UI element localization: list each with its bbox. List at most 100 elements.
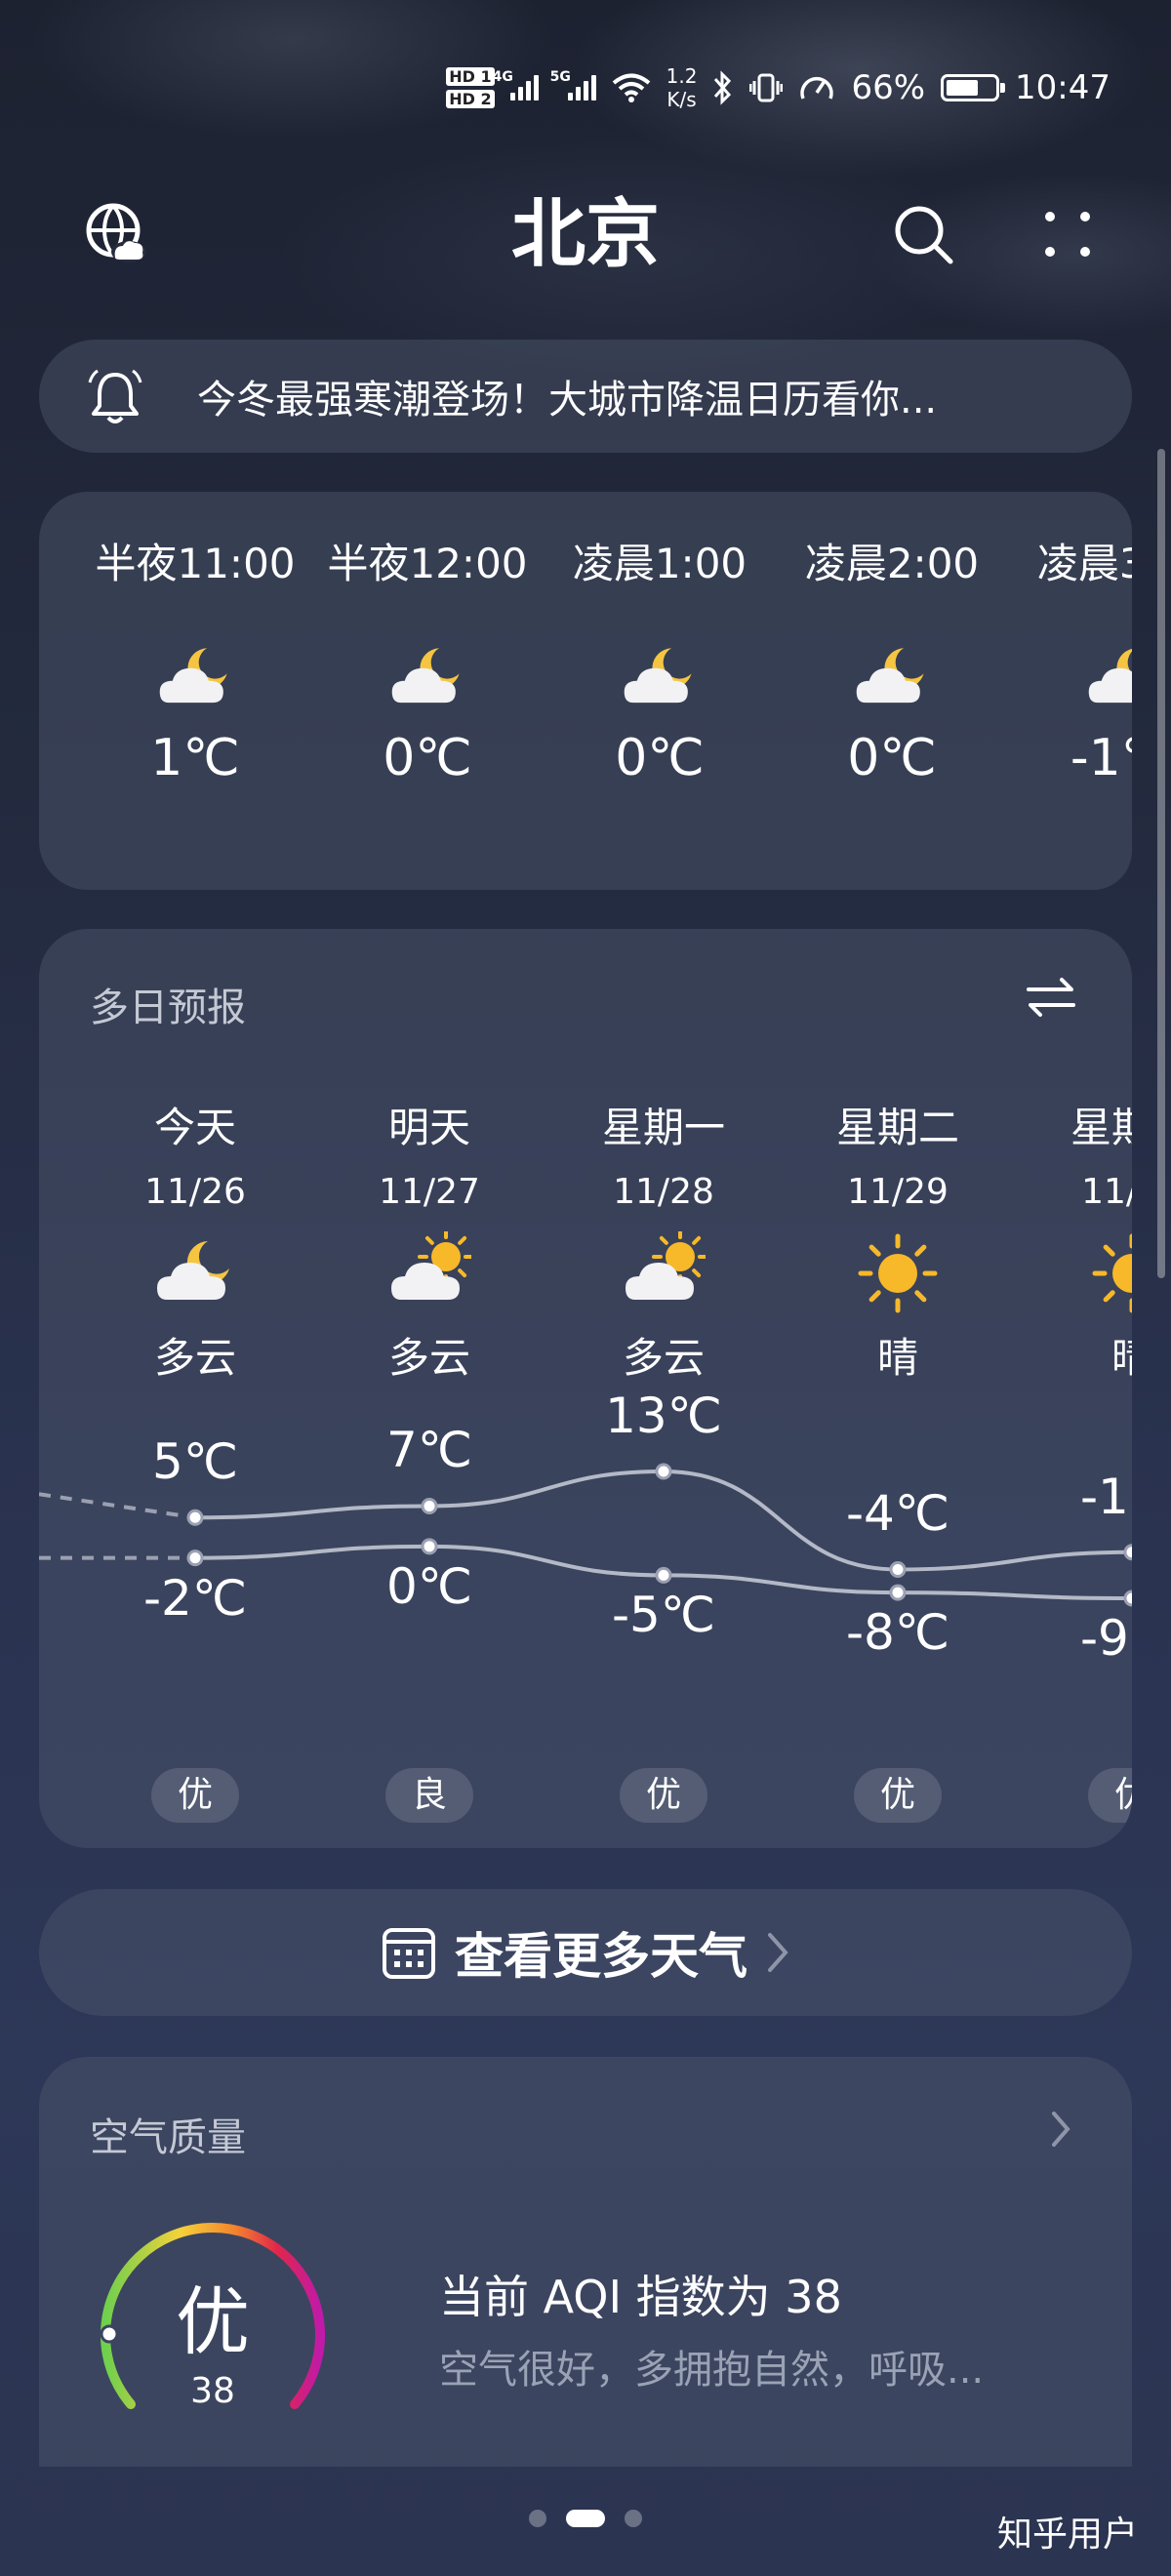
- city-title[interactable]: 北京: [0, 185, 1171, 283]
- aq-badge: 优: [620, 1768, 707, 1823]
- aqi-headline: 当前 AQI 指数为 38: [439, 2271, 842, 2323]
- hourly-item: 凌晨3:00 -1℃: [1007, 531, 1132, 787]
- sun-icon: [858, 1233, 938, 1313]
- more-weather-button[interactable]: 查看更多天气: [39, 1889, 1132, 2016]
- daily-item: 今天 11/26 多云: [78, 1095, 312, 1385]
- battery-icon: [941, 74, 1006, 101]
- low-temp-point: [186, 1550, 204, 1567]
- moon-cloud-icon: [157, 1241, 229, 1300]
- high-temp-label: 13℃: [605, 1388, 722, 1444]
- daily-condition: 晴: [876, 1334, 918, 1382]
- high-temp-point: [889, 1560, 907, 1578]
- daily-date: 11/26: [144, 1172, 246, 1212]
- low-temp-point: [1123, 1590, 1132, 1607]
- daily-date: 11/30: [1081, 1172, 1132, 1212]
- sun-icon: [1092, 1233, 1132, 1313]
- air-quality-title: 空气质量: [90, 2115, 246, 2160]
- daily-day: 今天: [153, 1104, 236, 1151]
- status-bar: HD 1 HD 2 4G 5G 1.2 K/s 66% 10:47: [446, 49, 1110, 127]
- daily-condition: 多云: [622, 1334, 705, 1382]
- low-temp-label: 0℃: [386, 1557, 472, 1615]
- more-menu-icon[interactable]: [1032, 199, 1103, 269]
- daily-condition: 多云: [387, 1334, 470, 1382]
- low-temp-label: -9℃: [1079, 1610, 1132, 1667]
- moon-cloud-icon: [856, 648, 924, 704]
- moon-cloud-icon: [1088, 648, 1132, 704]
- daily-item: 星期二 11/29 晴: [781, 1095, 1015, 1385]
- high-temp-point: [421, 1497, 438, 1514]
- daily-day: 星期一: [601, 1104, 725, 1151]
- high-temp-label: 5℃: [152, 1433, 238, 1491]
- page-dot-active[interactable]: [566, 2510, 605, 2527]
- battery-percent: 66%: [851, 68, 926, 107]
- vibrate-icon: [749, 73, 784, 102]
- aq-badge: 优: [854, 1768, 942, 1823]
- hourly-time: 凌晨3:00: [1036, 540, 1132, 587]
- more-weather-label: 查看更多天气: [455, 1928, 747, 1985]
- low-temp-label: -5℃: [611, 1587, 715, 1644]
- hourly-temp: 0℃: [847, 729, 937, 787]
- aqi-level: 优: [176, 2278, 250, 2365]
- news-banner[interactable]: 今冬最强寒潮登场！大城市降温日历看你...: [39, 340, 1132, 453]
- high-temp-label: 7℃: [386, 1422, 472, 1479]
- low-temp-label: -2℃: [142, 1569, 247, 1627]
- hourly-temp: 1℃: [150, 729, 240, 787]
- hourly-time: 半夜11:00: [95, 540, 296, 587]
- hourly-time: 凌晨1:00: [572, 540, 747, 587]
- aq-badge: 良: [385, 1768, 473, 1823]
- hourly-temp: -1℃: [1070, 729, 1132, 787]
- network-type-label: 5G: [549, 69, 571, 85]
- hourly-item: 凌晨2:00 0℃: [775, 531, 1009, 787]
- hourly-item: 凌晨1:00 0℃: [543, 531, 777, 787]
- daily-day: 星期三: [1070, 1104, 1132, 1151]
- network-speed: 1.2 K/s: [666, 64, 698, 111]
- daily-condition: 多云: [153, 1334, 236, 1382]
- speed-value: 1.2: [666, 64, 698, 88]
- moon-cloud-icon: [624, 648, 692, 704]
- daily-forecast[interactable]: 多日预报 今天 11/26 多云优明天 11/27 多云良星期一 11/28 多云优星期二 1…: [39, 929, 1132, 1848]
- hourly-item: 半夜12:00 0℃: [310, 531, 545, 787]
- moon-cloud-icon: [391, 648, 460, 704]
- high-temp-point: [655, 1463, 672, 1480]
- high-temp-label: -1℃: [1079, 1468, 1132, 1525]
- sun-cloud-icon: [626, 1228, 708, 1300]
- aq-badge: 优: [151, 1768, 239, 1823]
- daily-date: 11/29: [847, 1172, 949, 1212]
- daily-date: 11/27: [379, 1172, 480, 1212]
- chevron-right-icon: [768, 1933, 788, 1972]
- wifi-icon: [612, 73, 650, 102]
- low-temp-label: -8℃: [845, 1604, 949, 1662]
- hourly-time: 半夜12:00: [327, 540, 528, 587]
- page-dot[interactable]: [625, 2510, 642, 2527]
- hourly-item: 半夜11:00 1℃: [78, 531, 312, 787]
- hourly-forecast[interactable]: 半夜11:00 1℃ 半夜12:00 0℃ 凌晨1:00 0℃ 凌晨2:00 0℃ 凌晨3:00…: [39, 492, 1132, 890]
- high-temp-line-past: [39, 1492, 196, 1520]
- network-type-label: 4G: [492, 69, 513, 85]
- daily-day: 明天: [387, 1104, 470, 1151]
- speed-unit: K/s: [666, 88, 697, 111]
- page-dot[interactable]: [529, 2510, 546, 2527]
- hourly-temp: 0℃: [383, 729, 472, 787]
- high-temp-label: -4℃: [845, 1485, 949, 1543]
- header: 北京: [0, 185, 1171, 283]
- hourly-temp: 0℃: [615, 729, 705, 787]
- daily-condition: 晴: [1110, 1334, 1132, 1382]
- aqi-description: 空气很好，多拥抱自然，呼吸...: [439, 2348, 985, 2393]
- scrollbar[interactable]: [1157, 449, 1165, 1278]
- air-quality-card[interactable]: 空气质量 优 38 当前 AQI 指数为 38 空气很好，多拥抱自然，呼吸...: [39, 2057, 1132, 2467]
- search-icon[interactable]: [888, 199, 958, 269]
- chevron-right-icon[interactable]: [1050, 2110, 1071, 2149]
- sim2-label: HD 2: [446, 90, 495, 108]
- calendar-icon: [383, 1928, 435, 1979]
- high-temp-point: [1123, 1544, 1132, 1561]
- low-temp-point: [655, 1566, 672, 1584]
- high-temp-point: [186, 1509, 204, 1526]
- low-temp-point: [421, 1538, 438, 1555]
- aqi-value: 38: [190, 2371, 235, 2411]
- moon-cloud-icon: [159, 648, 227, 704]
- news-text: 今冬最强寒潮登场！大城市降温日历看你...: [197, 378, 938, 423]
- daily-day: 星期二: [835, 1104, 959, 1151]
- nfc-speed-icon: [800, 76, 834, 100]
- signal-4g-icon: 4G: [493, 69, 539, 101]
- signal-5g-icon: 5G: [550, 69, 596, 101]
